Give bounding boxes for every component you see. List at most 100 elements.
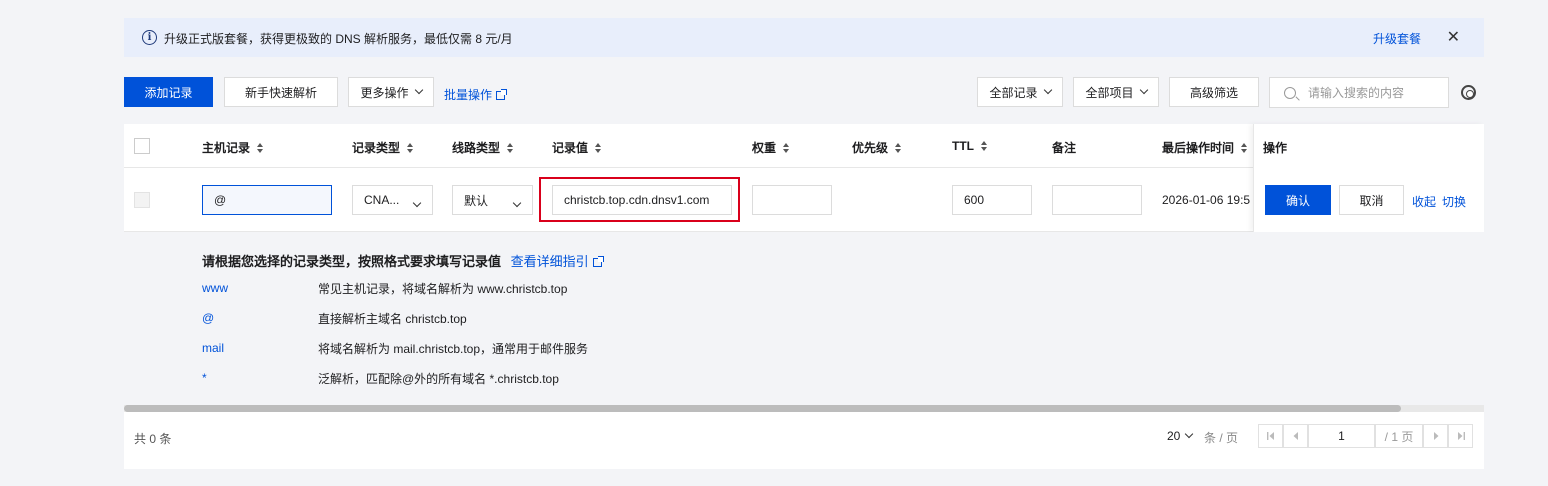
prev-page-button[interactable] (1283, 424, 1308, 448)
sort-icon (981, 141, 987, 151)
guide-desc-wildcard: 泛解析，匹配除@外的所有域名 *.christcb.top (318, 372, 559, 386)
guide-key-wildcard: * (202, 371, 207, 385)
chevron-down-icon (414, 85, 423, 95)
current-page-value: 1 (1338, 429, 1345, 443)
sort-icon (1241, 143, 1248, 153)
th-last-modified-label: 最后操作时间 (1162, 141, 1235, 155)
add-record-button[interactable]: 添加记录 (124, 77, 213, 107)
th-remark: 备注 (1052, 139, 1076, 156)
sort-icon (783, 143, 790, 153)
total-count: 共 0 条 (134, 432, 172, 446)
guide-title: 请根据您选择的记录类型，按照格式要求填写记录值 查看详细指引 (202, 251, 604, 270)
remark-input[interactable] (1052, 185, 1142, 215)
th-type[interactable]: 记录类型 (352, 139, 414, 156)
sort-icon (407, 143, 414, 153)
total-pages-text: / 1 页 (1384, 429, 1414, 444)
actions-column: 确认 取消 收起 切换 (1253, 124, 1484, 232)
guide-desc-at: 直接解析主域名 christcb.top (318, 312, 467, 326)
chevron-down-icon (1139, 85, 1148, 95)
record-value-input[interactable]: christcb.top.cdn.dnsv1.com (552, 185, 732, 215)
th-priority-label: 优先级 (852, 141, 889, 155)
th-value[interactable]: 记录值 (552, 139, 602, 156)
th-type-label: 记录类型 (352, 141, 401, 155)
gear-icon[interactable] (1461, 85, 1476, 100)
th-line[interactable]: 线路类型 (452, 139, 514, 156)
guide-key-at: @ (202, 311, 215, 325)
line-type-value: 默认 (464, 193, 489, 208)
page-size-select[interactable]: 20 (1167, 429, 1194, 443)
record-guide-panel: 请根据您选择的记录类型，按照格式要求填写记录值 查看详细指引 www 常见主机记… (124, 232, 1484, 405)
next-page-button[interactable] (1423, 424, 1448, 448)
upgrade-banner: i 升级正式版套餐，获得更极致的 DNS 解析服务，最低仅需 8 元/月 升级套… (124, 18, 1484, 57)
th-actions-label: 操作 (1263, 141, 1288, 155)
th-weight[interactable]: 权重 (752, 139, 790, 156)
th-remark-label: 备注 (1052, 141, 1077, 155)
chevron-down-icon (512, 198, 522, 208)
th-ttl-label: TTL (952, 139, 974, 153)
quick-setup-label: 新手快速解析 (244, 85, 317, 100)
guide-key-mail: mail (202, 341, 225, 355)
external-link-icon (496, 89, 508, 100)
sort-icon (507, 143, 514, 153)
prev-page-icon (1293, 432, 1298, 440)
horizontal-scrollbar[interactable] (124, 405, 1484, 412)
filter-items-label: 全部项目 (1085, 85, 1134, 100)
guide-detail-label: 查看详细指引 (510, 254, 589, 269)
sort-icon (257, 143, 264, 153)
first-page-button[interactable] (1258, 424, 1283, 448)
advanced-filter-button[interactable]: 高级筛选 (1169, 77, 1259, 107)
weight-input[interactable] (752, 185, 832, 215)
guide-desc-www: 常见主机记录，将域名解析为 www.christcb.top (318, 282, 568, 296)
th-ttl[interactable]: TTL (952, 139, 987, 153)
last-page-icon (1457, 432, 1465, 440)
search-box (1269, 77, 1449, 108)
add-record-label: 添加记录 (144, 85, 193, 100)
records-table: 主机记录 记录类型 线路类型 记录值 权重 优先级 TTL 备注 最后操作时间 … (124, 124, 1484, 469)
th-last-modified[interactable]: 最后操作时间 (1162, 139, 1248, 156)
quick-setup-button[interactable]: 新手快速解析 (224, 77, 338, 107)
th-host[interactable]: 主机记录 (202, 139, 264, 156)
last-page-button[interactable] (1448, 424, 1473, 448)
more-actions-label: 更多操作 (360, 85, 409, 100)
filter-records-dropdown[interactable]: 全部记录 (977, 77, 1063, 107)
upgrade-plan-link[interactable]: 升级套餐 (1373, 30, 1421, 47)
close-icon[interactable]: ✕ (1447, 27, 1460, 47)
th-priority[interactable]: 优先级 (852, 139, 902, 156)
guide-detail-link[interactable]: 查看详细指引 (510, 254, 604, 269)
filter-items-dropdown[interactable]: 全部项目 (1073, 77, 1159, 107)
guide-title-text: 请根据您选择的记录类型，按照格式要求填写记录值 (202, 254, 502, 269)
th-line-label: 线路类型 (452, 141, 501, 155)
switch-link[interactable]: 切换 (1442, 193, 1466, 210)
record-type-select[interactable]: CNA... (352, 185, 433, 215)
ttl-input[interactable]: 600 (952, 185, 1032, 215)
confirm-label: 确认 (1285, 193, 1310, 208)
collapse-link[interactable]: 收起 (1412, 193, 1436, 210)
search-icon (1284, 86, 1296, 99)
sort-icon (595, 143, 602, 153)
confirm-button[interactable]: 确认 (1265, 185, 1331, 215)
th-actions: 操作 (1263, 139, 1287, 156)
row-checkbox (134, 192, 150, 208)
total-pages-label: / 1 页 (1375, 424, 1423, 448)
line-type-select[interactable]: 默认 (452, 185, 533, 215)
page-number-input[interactable]: 1 (1308, 424, 1375, 448)
banner-message: 升级正式版套餐，获得更极致的 DNS 解析服务，最低仅需 8 元/月 (164, 32, 513, 46)
cancel-label: 取消 (1359, 193, 1384, 208)
record-value-text: christcb.top.cdn.dnsv1.com (564, 193, 710, 207)
batch-ops-link[interactable]: 批量操作 (444, 86, 508, 103)
host-input[interactable]: @ (202, 185, 332, 215)
search-input[interactable] (1308, 85, 1448, 100)
next-page-icon (1433, 432, 1438, 440)
cancel-button[interactable]: 取消 (1339, 185, 1404, 215)
scrollbar-thumb[interactable] (124, 405, 1401, 412)
select-all-checkbox[interactable] (134, 138, 150, 154)
host-input-value: @ (214, 193, 227, 207)
info-icon: i (142, 30, 157, 45)
guide-desc-mail: 将域名解析为 mail.christcb.top，通常用于邮件服务 (318, 342, 589, 356)
per-page-label: 条 / 页 (1204, 431, 1239, 445)
record-type-value: CNA... (364, 193, 400, 207)
chevron-down-icon (412, 198, 422, 208)
more-actions-dropdown[interactable]: 更多操作 (348, 77, 434, 107)
guide-key-www: www (202, 281, 228, 295)
first-page-icon (1266, 432, 1274, 440)
